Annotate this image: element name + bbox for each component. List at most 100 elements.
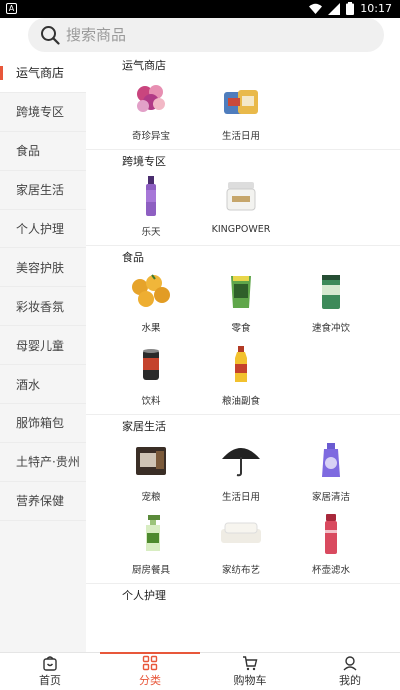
- subcategory-label: 饮料: [141, 396, 161, 407]
- search-bar: [0, 18, 400, 54]
- wifi-icon: [309, 3, 323, 14]
- subcategory-item[interactable]: 零食: [196, 268, 286, 341]
- sidebar-item[interactable]: 运气商店: [0, 54, 86, 93]
- subcategory-label: 生活日用: [221, 131, 260, 142]
- snack-bag-icon: [216, 270, 266, 314]
- sidebar-item-label: 个人护理: [16, 222, 65, 236]
- sidebar-item[interactable]: 个人护理: [0, 210, 86, 249]
- umbrella-icon: [216, 439, 266, 483]
- subcategory-label: 速食冲饮: [311, 323, 350, 334]
- subcategory-grid: 奇珍异宝 生活日用: [86, 76, 400, 149]
- sidebar-item[interactable]: 家居生活: [0, 171, 86, 210]
- signal-icon: [328, 2, 341, 15]
- section-title: 食品: [122, 251, 144, 264]
- category-sidebar: 运气商店跨境专区食品家居生活个人护理美容护肤彩妆香氛母婴儿童酒水服饰箱包土特产·…: [0, 54, 86, 652]
- subcategory-label: 乐天: [141, 227, 161, 238]
- subcategory-item[interactable]: 宠粮: [106, 437, 196, 510]
- section-title: 家居生活: [122, 420, 166, 433]
- subcategory-item[interactable]: 水果: [106, 268, 196, 341]
- subcategory-grid: 乐天 KINGPOWER: [86, 172, 400, 245]
- bottom-tab-bar: 首页 分类 购物车 我的: [0, 652, 400, 690]
- tab-label: 我的: [339, 674, 361, 687]
- sidebar-item-label: 跨境专区: [16, 105, 65, 120]
- subcategory-label: 家居清洁: [311, 492, 350, 503]
- sidebar-item-label: 美容护肤: [16, 260, 65, 275]
- category-grid-icon: [142, 655, 158, 671]
- subcategory-label: 奇珍异宝: [131, 131, 170, 142]
- user-icon: [342, 655, 358, 671]
- cream-jar-icon: [216, 174, 266, 218]
- can-icon: [126, 343, 176, 387]
- oil-bottle-icon: [216, 343, 266, 387]
- thermos-icon: [306, 512, 356, 556]
- sidebar-item-label: 彩妆香氛: [16, 299, 65, 314]
- subcategory-item[interactable]: 生活日用: [196, 76, 286, 149]
- subcategory-label: 家纺布艺: [221, 565, 260, 576]
- fruit-icon: [126, 270, 176, 314]
- sidebar-item-label: 服饰箱包: [16, 416, 65, 431]
- sidebar-item[interactable]: 营养保健: [0, 482, 86, 521]
- category-section: 跨境专区乐天 KINGPOWER: [86, 150, 400, 245]
- tab-item[interactable]: 我的: [300, 653, 400, 690]
- cleaner-bottle-icon: [306, 439, 356, 483]
- subcategory-grid: 水果 零食 速食冲饮饮料 粮油副食: [86, 268, 400, 414]
- search-input[interactable]: [66, 26, 346, 44]
- sidebar-item-label: 母婴儿童: [16, 338, 65, 353]
- subcategory-label: 零食: [231, 323, 251, 334]
- subcategory-item[interactable]: 生活日用: [196, 437, 286, 510]
- sidebar-item[interactable]: 酒水: [0, 365, 86, 405]
- sidebar-item-label: 营养保健: [16, 494, 65, 509]
- subcategory-item[interactable]: 厨房餐具: [106, 510, 196, 583]
- subcategory-item[interactable]: 乐天: [106, 172, 196, 245]
- subcategory-grid: 宠粮 生活日用 家居清洁厨房餐具 家纺布艺 杯壶滤水: [86, 437, 400, 583]
- sidebar-item[interactable]: 食品: [0, 132, 86, 171]
- category-section: 食品水果 零食 速食冲饮饮料 粮油副食: [86, 246, 400, 414]
- tab-item[interactable]: 首页: [0, 653, 100, 690]
- subcategory-label: 水果: [141, 323, 161, 334]
- clock: 10:17: [360, 2, 392, 15]
- sidebar-item[interactable]: 彩妆香氛: [0, 287, 86, 327]
- subcategory-item[interactable]: 奇珍异宝: [106, 76, 196, 149]
- battery-icon: [346, 2, 355, 15]
- sidebar-item[interactable]: 土特产·贵州: [0, 443, 86, 482]
- pet-food-icon: [126, 439, 176, 483]
- sidebar-item[interactable]: 跨境专区: [0, 93, 86, 132]
- subcategory-label: 生活日用: [221, 492, 260, 503]
- subcategory-item[interactable]: 饮料: [106, 341, 196, 414]
- drink-pack-icon: [306, 270, 356, 314]
- category-section: 个人护理: [86, 584, 400, 606]
- subcategory-label: KINGPOWER: [211, 224, 271, 235]
- subcategory-item[interactable]: 速食冲饮: [286, 268, 376, 341]
- subcategory-item[interactable]: 家纺布艺: [196, 510, 286, 583]
- subcategory-item[interactable]: 粮油副食: [196, 341, 286, 414]
- tab-label: 购物车: [233, 674, 267, 687]
- status-bar: A 10:17: [0, 0, 400, 18]
- subcategory-item[interactable]: 杯壶滤水: [286, 510, 376, 583]
- tab-label: 分类: [139, 674, 161, 687]
- sidebar-item[interactable]: 服饰箱包: [0, 404, 86, 443]
- section-title: 跨境专区: [122, 155, 166, 168]
- towel-icon: [216, 512, 266, 556]
- search-icon: [41, 26, 60, 45]
- subcategory-label: 宠粮: [141, 492, 161, 503]
- flower-toy-icon: [126, 78, 176, 122]
- sidebar-item-label: 酒水: [16, 377, 41, 392]
- subcategory-item[interactable]: KINGPOWER: [196, 172, 286, 245]
- tab-item[interactable]: 分类: [100, 652, 200, 690]
- home-bag-icon: [42, 655, 58, 671]
- subcategory-label: 厨房餐具: [131, 565, 170, 576]
- tab-item[interactable]: 购物车: [200, 653, 300, 690]
- subcategory-label: 杯壶滤水: [311, 565, 350, 576]
- sidebar-item-label: 食品: [16, 144, 41, 159]
- section-title: 运气商店: [122, 59, 166, 72]
- sidebar-item[interactable]: 美容护肤: [0, 248, 86, 288]
- purple-bottle-icon: [126, 174, 176, 218]
- sidebar-item[interactable]: 母婴儿童: [0, 326, 86, 366]
- search-box[interactable]: [28, 18, 384, 52]
- cart-icon: [242, 655, 258, 671]
- category-section: 运气商店奇珍异宝 生活日用: [86, 54, 400, 149]
- sidebar-item-label: 运气商店: [16, 66, 65, 81]
- household-bag-icon: [216, 78, 266, 122]
- category-section: 家居生活宠粮 生活日用 家居清洁厨房餐具 家纺布艺 杯壶滤水: [86, 415, 400, 583]
- subcategory-item[interactable]: 家居清洁: [286, 437, 376, 510]
